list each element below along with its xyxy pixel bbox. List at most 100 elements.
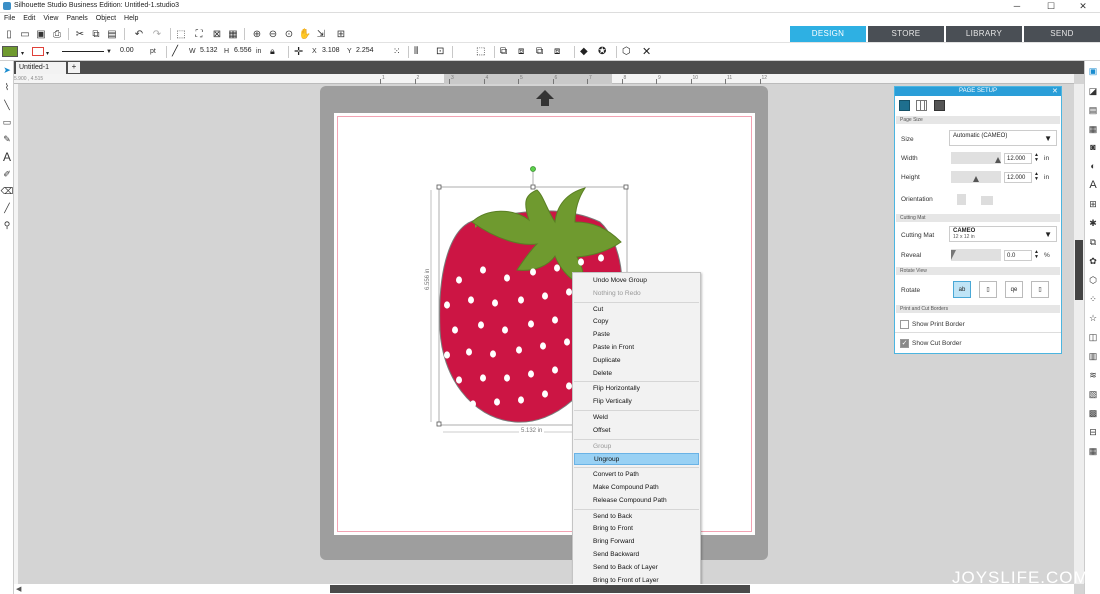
group-icon[interactable]: ⧉ <box>500 46 507 57</box>
eyedropper-tool-icon[interactable]: ⚲ <box>1 219 13 231</box>
text-tool-icon[interactable]: A <box>1 150 13 164</box>
select-all-icon[interactable]: ⬚ <box>174 27 188 41</box>
zoom-to-selection-icon[interactable]: ⛶ <box>192 27 206 41</box>
delete-icon[interactable]: ⊠ <box>210 27 224 41</box>
undo-icon[interactable]: ↶ <box>132 27 146 41</box>
add-tab-button[interactable]: + <box>68 62 80 73</box>
reveal-slider-thumb[interactable] <box>951 250 956 260</box>
redo-icon[interactable]: ↷ <box>150 27 164 41</box>
line-tool-icon[interactable]: ╲ <box>1 99 13 111</box>
copy-icon[interactable]: ⧉ <box>89 27 103 41</box>
width-field[interactable]: 5.132 <box>198 47 220 57</box>
menu-panels[interactable]: Panels <box>62 13 91 22</box>
menu-item-convert-to-path[interactable]: Convert to Path <box>574 469 699 481</box>
line-style-sample[interactable] <box>62 51 104 52</box>
menu-item-send-to-back-of-layer[interactable]: Send to Back of Layer <box>574 562 699 574</box>
offset-icon[interactable]: ✪ <box>598 46 606 57</box>
ungroup-icon[interactable]: ⧈ <box>518 46 524 57</box>
menu-object[interactable]: Object <box>92 13 120 22</box>
menu-item-flip-vertically[interactable]: Flip Vertically <box>574 396 699 408</box>
send-panel-icon[interactable]: ◪ <box>1087 85 1099 97</box>
x-field[interactable]: 3.108 <box>320 47 344 57</box>
menu-help[interactable]: Help <box>120 13 142 22</box>
print-border-checkbox[interactable] <box>900 320 909 329</box>
fill-color-swatch[interactable] <box>2 46 18 57</box>
layers-panel-icon[interactable]: ▤ <box>1087 104 1099 116</box>
menu-item-undo-move-group[interactable]: Undo Move Group <box>574 275 699 287</box>
new-file-icon[interactable]: ▯ <box>2 27 16 41</box>
replicate-panel-icon[interactable]: ⧉ <box>1087 236 1099 248</box>
panel-close-icon[interactable]: ✕ <box>1052 87 1058 95</box>
tab-send[interactable]: SEND <box>1024 26 1100 42</box>
rhinestone-panel-icon[interactable]: ⁘ <box>1087 293 1099 305</box>
menu-item-flip-horizontally[interactable]: Flip Horizontally <box>574 383 699 395</box>
rectangle-tool-icon[interactable]: ▭ <box>1 116 13 128</box>
grid-tab-icon[interactable] <box>916 100 927 111</box>
vertical-scroll-thumb[interactable] <box>1075 240 1083 300</box>
size-dropdown[interactable]: Automatic (CAMEO) ▼ <box>949 130 1057 146</box>
duplicate-tool-icon[interactable]: ⬚ <box>476 46 485 57</box>
rotate-0-icon[interactable]: ab <box>953 281 971 298</box>
tab-design[interactable]: DESIGN <box>790 26 866 42</box>
menu-item-offset[interactable]: Offset <box>574 425 699 437</box>
menu-item-release-compound-path[interactable]: Release Compound Path <box>574 495 699 507</box>
width-slider[interactable] <box>951 152 1001 164</box>
paste-icon[interactable]: ▤ <box>105 27 119 41</box>
reveal-spinner-icon[interactable]: ▲ ▼ <box>1034 250 1039 260</box>
menu-item-weld[interactable]: Weld <box>574 412 699 424</box>
menu-view[interactable]: View <box>39 13 62 22</box>
width-value-field[interactable]: 12.000 <box>1004 153 1032 164</box>
clear-icon[interactable]: ▦ <box>226 27 240 41</box>
select-tool-icon[interactable]: ➤ <box>1 64 13 76</box>
menu-item-send-to-back[interactable]: Send to Back <box>574 511 699 523</box>
width-slider-thumb[interactable] <box>995 157 1001 163</box>
vertical-scrollbar[interactable] <box>1074 84 1084 584</box>
modify-panel-icon[interactable]: ✿ <box>1087 255 1099 267</box>
tab-store[interactable]: STORE <box>868 26 944 42</box>
lock-aspect-icon[interactable]: 🔒︎ <box>270 46 275 57</box>
portrait-icon[interactable] <box>957 194 966 205</box>
sketch-panel-icon[interactable]: ≋ <box>1087 369 1099 381</box>
trace-panel-icon[interactable]: ⊞ <box>1087 198 1099 210</box>
align-icon[interactable]: ⫴ <box>414 46 418 57</box>
reveal-slider[interactable] <box>951 249 1001 261</box>
knife-tool-icon[interactable]: ╱ <box>1 202 13 214</box>
release-compound-icon[interactable]: ⧈ <box>554 46 560 57</box>
horizontal-scroll-thumb[interactable] <box>330 585 750 593</box>
offset-panel-icon[interactable]: ✱ <box>1087 217 1099 229</box>
menu-item-send-backward[interactable]: Send Backward <box>574 549 699 561</box>
pencil-tool-icon[interactable]: ✎ <box>1 133 13 145</box>
cut-icon[interactable]: ✂ <box>73 27 87 41</box>
menu-item-paste[interactable]: Paste <box>574 329 699 341</box>
menu-item-duplicate[interactable]: Duplicate <box>574 355 699 367</box>
menu-item-make-compound-path[interactable]: Make Compound Path <box>574 482 699 494</box>
page-setup-panel-icon[interactable]: ▣ <box>1087 65 1099 77</box>
rotate-90-icon[interactable]: ▯ <box>979 281 997 298</box>
nesting-panel-icon[interactable]: ▩ <box>1087 407 1099 419</box>
star-panel-icon[interactable]: ☆ <box>1087 312 1099 324</box>
print-icon[interactable]: ⎙ <box>50 27 64 41</box>
menu-item-bring-forward[interactable]: Bring Forward <box>574 536 699 548</box>
3d-box-icon[interactable]: ⬡ <box>622 46 631 57</box>
grid-panel-icon[interactable]: ▦ <box>1087 445 1099 457</box>
eraser-tool-icon[interactable]: ⌫ <box>1 185 14 197</box>
point-edit-icon[interactable]: ⌇ <box>1 81 13 93</box>
y-field[interactable]: 2.254 <box>354 47 378 57</box>
print-panel-icon[interactable]: ▥ <box>1087 350 1099 362</box>
menu-item-ungroup[interactable]: Ungroup <box>574 453 699 466</box>
height-spinner-icon[interactable]: ▲ ▼ <box>1034 172 1039 182</box>
reference-point-icon[interactable]: ⁙ <box>393 46 401 57</box>
width-spinner-icon[interactable]: ▲ ▼ <box>1034 153 1039 163</box>
library-panel-icon[interactable]: ▦ <box>1087 123 1099 135</box>
menu-item-copy[interactable]: Copy <box>574 316 699 328</box>
tab-untitled-1[interactable]: Untitled-1 <box>16 62 66 74</box>
center-icon[interactable]: ⊡ <box>436 46 444 57</box>
line-color-swatch[interactable] <box>32 47 44 56</box>
reveal-value-field[interactable]: 0.0 <box>1004 250 1032 261</box>
height-field[interactable]: 6.556 <box>232 47 256 57</box>
zoom-fit-icon[interactable]: ⇲ <box>314 27 328 41</box>
line-dropdown-icon[interactable]: ▾ <box>46 50 49 57</box>
pixscan-panel-icon[interactable]: ⊟ <box>1087 426 1099 438</box>
zoom-out-icon[interactable]: ⊖ <box>266 27 280 41</box>
fill-dropdown-icon[interactable]: ▾ <box>21 50 24 57</box>
